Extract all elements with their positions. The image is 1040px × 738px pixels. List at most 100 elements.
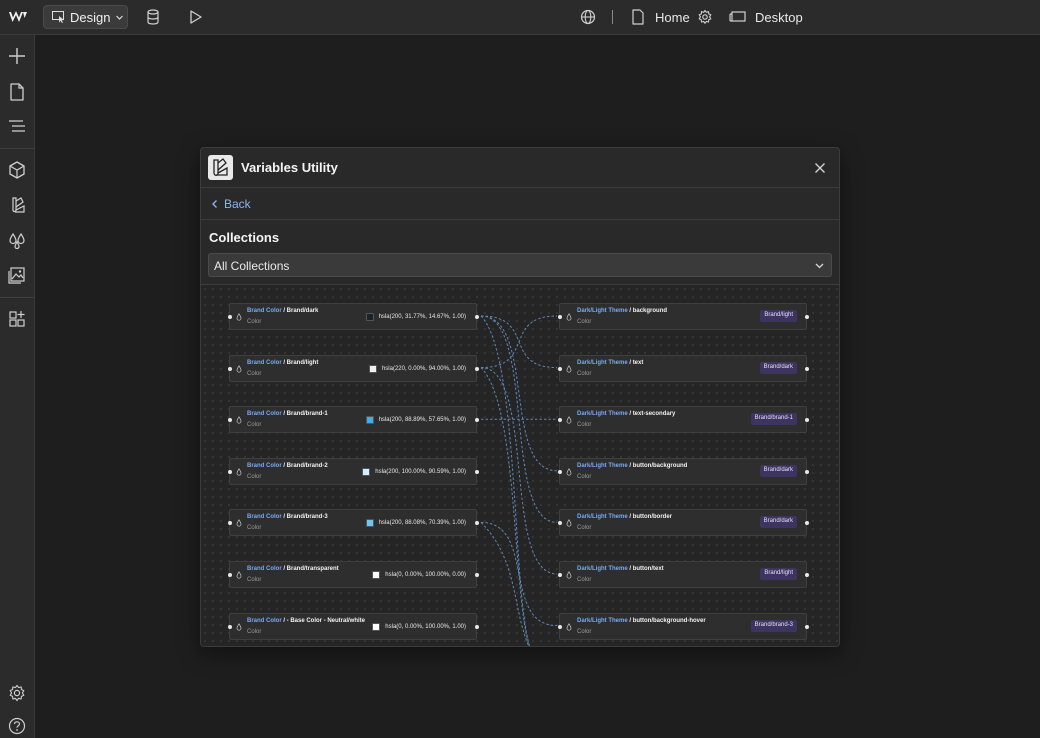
in-port[interactable] xyxy=(558,315,562,319)
variable-type: Color xyxy=(247,628,262,635)
variables-graph[interactable]: Brand Color / Brand/dark Color hsla(200, 3… xyxy=(201,284,839,646)
apps-grid-icon[interactable] xyxy=(7,309,27,329)
variables-drops-icon[interactable] xyxy=(7,231,27,251)
collections-label: Collections xyxy=(209,230,280,245)
variable-name: Brand Color / - Base Color - Neutral/whi… xyxy=(247,618,365,624)
alias-variable-node[interactable]: Dark/Light Theme / button/background Colo… xyxy=(558,457,809,485)
alias-variable-node[interactable]: Dark/Light Theme / background Color Brand/… xyxy=(558,303,809,330)
variable-type: Color xyxy=(247,577,262,583)
color-drop-icon xyxy=(236,416,242,424)
assets-image-icon[interactable] xyxy=(7,265,27,285)
pages-icon[interactable] xyxy=(7,82,27,102)
out-port[interactable] xyxy=(805,366,809,371)
source-variable-node[interactable]: Brand Color / - Base Color - Neutral/whi… xyxy=(228,612,479,640)
variable-value: hsla(0, 0.00%, 100.00%, 1.00) xyxy=(372,622,466,631)
collection-name: Brand Color xyxy=(247,359,282,366)
alias-variable-node[interactable]: Dark/Light Theme / text Color Brand/dark xyxy=(558,354,809,382)
in-port[interactable] xyxy=(558,469,562,474)
variable-name: Dark/Light Theme / button/border xyxy=(577,514,672,520)
in-port[interactable] xyxy=(228,418,232,423)
navigator-icon[interactable] xyxy=(7,116,27,136)
variable-type: Color xyxy=(577,370,592,377)
styles-swatches-icon[interactable] xyxy=(7,195,27,215)
alias-badge: Brand/brand-3 xyxy=(750,619,797,632)
source-variable-node[interactable]: Brand Color / Brand/brand-1 Color hsla(200… xyxy=(228,406,479,434)
color-swatch xyxy=(372,622,381,631)
alias-badge: Brand/light xyxy=(760,310,797,322)
webflow-logo-icon[interactable] xyxy=(8,9,28,25)
in-port[interactable] xyxy=(558,521,562,526)
source-variable-node[interactable]: Brand Color / Brand/dark Color hsla(200, 3… xyxy=(228,303,479,330)
alias-edge-offscreen xyxy=(480,367,530,646)
color-drop-icon xyxy=(566,571,572,579)
variable-path: / Brand/brand-1 xyxy=(281,411,328,418)
alias-edge xyxy=(480,315,558,472)
page-selector[interactable]: Home xyxy=(655,10,690,25)
back-button[interactable]: Back xyxy=(211,197,251,211)
out-port[interactable] xyxy=(475,366,479,371)
components-box-icon[interactable] xyxy=(7,160,27,180)
alias-variable-node[interactable]: Dark/Light Theme / button/background-hov… xyxy=(558,612,809,640)
in-port[interactable] xyxy=(228,521,232,526)
out-port[interactable] xyxy=(475,469,479,474)
in-port[interactable] xyxy=(558,573,562,577)
in-port[interactable] xyxy=(228,624,232,629)
in-port[interactable] xyxy=(558,418,562,423)
panel-title: Variables Utility xyxy=(241,160,338,175)
in-port[interactable] xyxy=(228,315,232,319)
source-variable-node[interactable]: Brand Color / Brand/transparent Color hsla… xyxy=(228,561,479,588)
database-icon[interactable] xyxy=(144,8,162,26)
cursor-frame-icon xyxy=(52,11,64,23)
in-port[interactable] xyxy=(228,573,232,577)
close-icon[interactable] xyxy=(811,159,829,177)
breakpoint-selector[interactable]: Desktop xyxy=(755,10,803,25)
chevron-down-icon xyxy=(815,263,824,269)
variable-name: Dark/Light Theme / text xyxy=(577,360,643,366)
add-element-icon[interactable] xyxy=(7,46,27,66)
variables-utility-panel: Variables Utility Back Collections All C… xyxy=(200,147,840,647)
out-port[interactable] xyxy=(475,573,479,577)
out-port[interactable] xyxy=(475,315,479,319)
out-port[interactable] xyxy=(805,573,809,577)
color-drop-icon xyxy=(566,364,572,373)
variable-name: Dark/Light Theme / button/background-hov… xyxy=(577,618,706,624)
collection-name: Dark/Light Theme xyxy=(577,566,628,572)
desktop-breakpoint-icon[interactable] xyxy=(729,8,747,26)
panel-header: Variables Utility xyxy=(201,148,839,188)
in-port[interactable] xyxy=(558,366,562,371)
settings-gear-icon[interactable] xyxy=(7,683,27,703)
out-port[interactable] xyxy=(805,469,809,474)
play-preview-icon[interactable] xyxy=(186,8,204,26)
alias-variable-node[interactable]: Dark/Light Theme / button/text Color Brand… xyxy=(558,561,809,588)
source-variable-node[interactable]: Brand Color / Brand/brand-3 Color hsla(200… xyxy=(228,509,479,537)
collections-select[interactable]: All Collections xyxy=(208,253,832,277)
app-icon xyxy=(208,155,233,180)
color-drop-icon xyxy=(236,467,242,476)
in-port[interactable] xyxy=(228,366,232,371)
alias-variable-node[interactable]: Dark/Light Theme / text-secondary Color Br… xyxy=(558,406,809,434)
page-settings-gear-icon[interactable] xyxy=(696,8,714,26)
out-port[interactable] xyxy=(475,624,479,629)
design-mode-button[interactable]: Design xyxy=(43,5,128,29)
color-swatch xyxy=(362,467,371,476)
page-icon xyxy=(632,9,644,25)
variable-name: Dark/Light Theme / button/background xyxy=(577,463,687,469)
out-port[interactable] xyxy=(805,315,809,319)
alias-variable-node[interactable]: Dark/Light Theme / button/border Color Bra… xyxy=(558,509,809,537)
value-text: hsla(200, 100.00%, 90.59%, 1.00) xyxy=(375,468,466,475)
source-variable-node[interactable]: Brand Color / Brand/light Color hsla(220, … xyxy=(228,354,479,382)
collection-name: Dark/Light Theme xyxy=(577,411,628,418)
help-icon[interactable] xyxy=(7,716,27,736)
variable-name: Brand Color / Brand/transparent xyxy=(247,566,339,572)
globe-icon[interactable] xyxy=(579,8,597,26)
in-port[interactable] xyxy=(558,624,562,629)
value-text: hsla(220, 0.00%, 94.00%, 1.00) xyxy=(381,365,466,372)
chevron-left-icon xyxy=(212,200,217,208)
out-port[interactable] xyxy=(805,624,809,629)
source-variable-node[interactable]: Brand Color / Brand/brand-2 Color hsla(200… xyxy=(228,457,479,485)
in-port[interactable] xyxy=(228,469,232,474)
color-drop-icon xyxy=(566,467,572,476)
rail-divider xyxy=(0,148,34,149)
color-drop-icon xyxy=(236,622,242,631)
variable-path: / Brand/brand-2 xyxy=(281,462,328,469)
